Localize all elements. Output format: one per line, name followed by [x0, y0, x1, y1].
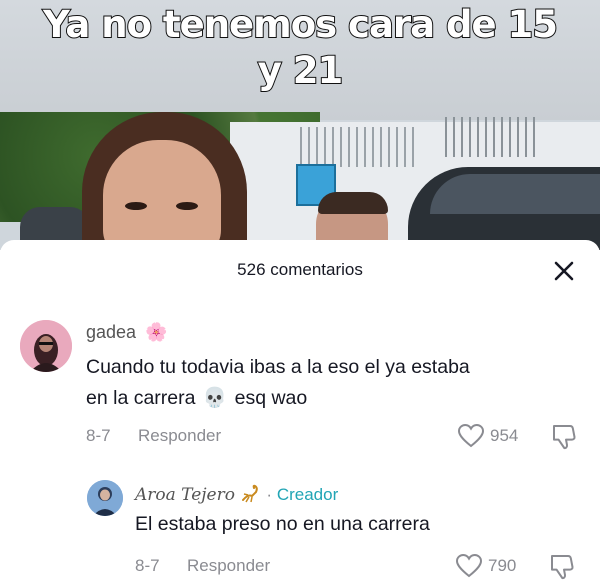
caption-line: y 21	[257, 48, 345, 93]
fence-image	[300, 127, 420, 167]
video-caption: Ya no tenemos cara de 15 y 21	[0, 0, 600, 94]
dislike-icon[interactable]	[548, 553, 574, 586]
comment-text-line: en la carrera 💀 esq wao	[86, 383, 470, 414]
reply-username-row: Aroa Tejero · Creador	[135, 482, 338, 509]
reply-date: 8-7	[135, 556, 160, 575]
dislike-icon[interactable]	[550, 423, 576, 456]
video-scene	[0, 112, 600, 250]
skull-icon: 💀	[202, 387, 228, 409]
eye-image	[176, 202, 198, 210]
person-face-image	[103, 140, 221, 250]
avatar[interactable]	[87, 480, 123, 516]
comment-text: Cuando tu todavia ibas a la eso el ya es…	[86, 352, 470, 414]
caption-line: Ya no tenemos cara de 15	[42, 2, 559, 47]
car-window-image	[430, 174, 600, 214]
comments-count-title: 526 comentarios	[237, 260, 363, 279]
comment-text-line: Cuando tu todavia ibas a la eso el ya es…	[86, 356, 470, 378]
like-count: 790	[488, 556, 517, 575]
username-text[interactable]: gadea	[86, 322, 136, 342]
separator: ·	[266, 484, 273, 504]
scorpion-icon	[240, 482, 262, 509]
reply-text: El estaba preso no en una carrera	[135, 513, 430, 535]
reply-username[interactable]: Aroa Tejero	[135, 485, 235, 505]
close-icon[interactable]	[550, 257, 578, 285]
reply-button[interactable]: Responder	[187, 556, 270, 576]
video-player[interactable]: Ya no tenemos cara de 15 y 21	[0, 0, 600, 250]
flower-icon: 🌸	[145, 322, 168, 342]
fence-image	[445, 117, 540, 157]
heart-icon[interactable]	[455, 553, 483, 584]
avatar[interactable]	[20, 320, 72, 372]
comment-text-part: en la carrera	[86, 387, 196, 409]
creator-badge: Creador	[276, 484, 339, 504]
like-count: 954	[490, 426, 519, 445]
reply-button[interactable]: Responder	[138, 426, 221, 446]
heart-icon[interactable]	[457, 423, 485, 454]
comment-text-part: esq wao	[234, 387, 308, 409]
comment-date: 8-7	[86, 426, 111, 445]
comments-sheet: 526 comentarios gadea 🌸 Cuando tu todavi…	[0, 240, 600, 580]
person-hair-image	[318, 192, 388, 214]
comment-username[interactable]: gadea 🌸	[86, 322, 168, 343]
eye-image	[125, 202, 147, 210]
